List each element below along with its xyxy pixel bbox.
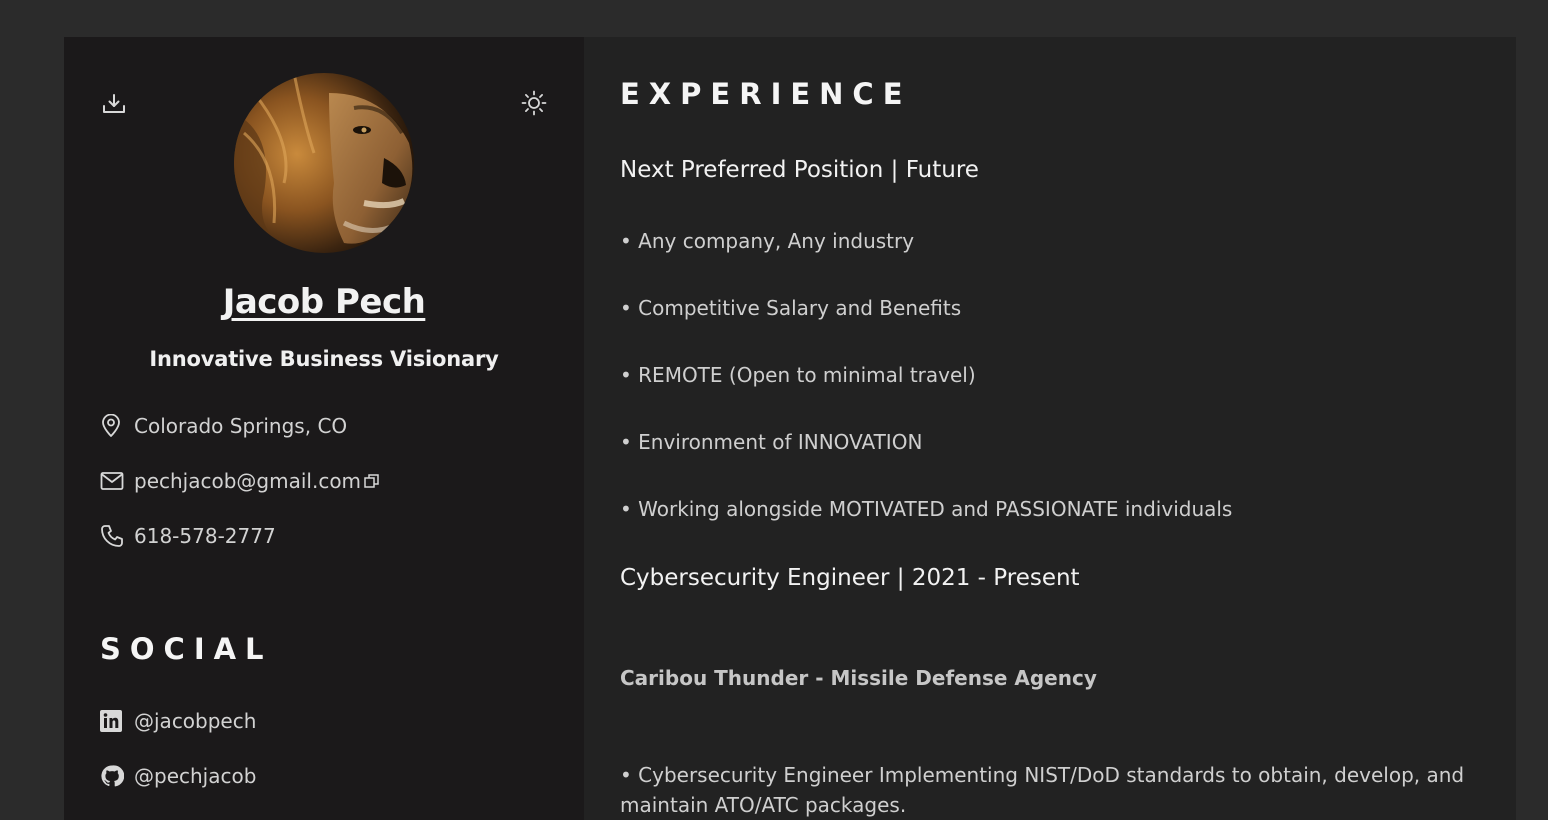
job-bullet: • Any company, Any industry xyxy=(620,229,915,253)
map-pin-icon xyxy=(102,414,120,437)
mail-icon xyxy=(100,472,124,490)
job-bullet: • REMOTE (Open to minimal travel) xyxy=(620,363,976,387)
download-icon xyxy=(103,94,125,113)
external-link-icon xyxy=(364,474,379,488)
phone-text[interactable]: 618-578-2777 xyxy=(134,524,276,548)
job-bullet: • Working alongside MOTIVATED and PASSIO… xyxy=(620,497,1233,521)
location-text: Colorado Springs, CO xyxy=(134,414,348,438)
github-icon xyxy=(101,765,124,787)
social-heading: SOCIAL xyxy=(100,632,273,666)
profile-tagline: Innovative Business Visionary xyxy=(149,347,499,371)
job-title: Cybersecurity Engineer | 2021 - Present xyxy=(620,565,1080,591)
job-organization: Caribou Thunder - Missile Defense Agency xyxy=(620,666,1097,690)
social-linkedin[interactable]: @jacobpech xyxy=(100,709,256,733)
experience-heading: EXPERIENCE xyxy=(620,77,912,111)
experience-panel: EXPERIENCE Next Preferred Position | Fut… xyxy=(584,37,1516,820)
download-button[interactable] xyxy=(100,90,128,118)
contact-phone[interactable]: 618-578-2777 xyxy=(100,524,276,548)
avatar xyxy=(234,73,414,253)
linkedin-icon xyxy=(100,710,122,732)
sun-icon xyxy=(521,90,547,116)
profile-sidebar: Jacob Pech Innovative Business Visionary… xyxy=(64,37,584,820)
contact-location: Colorado Springs, CO xyxy=(100,414,347,438)
social-github[interactable]: @pechjacob xyxy=(100,764,256,788)
github-handle[interactable]: @pechjacob xyxy=(134,764,256,788)
resume-card: Jacob Pech Innovative Business Visionary… xyxy=(64,37,1516,820)
contact-email[interactable]: pechjacob@gmail.com xyxy=(100,469,381,493)
profile-name[interactable]: Jacob Pech xyxy=(64,282,584,322)
theme-toggle-button[interactable] xyxy=(520,89,548,117)
linkedin-handle[interactable]: @jacobpech xyxy=(134,709,256,733)
lion-photo-icon xyxy=(234,73,414,253)
phone-icon xyxy=(101,525,123,547)
job-bullet: • Cybersecurity Engineer Implementing NI… xyxy=(620,763,1465,817)
email-link[interactable]: pechjacob@gmail.com xyxy=(134,469,361,493)
job-bullet: • Competitive Salary and Benefits xyxy=(620,296,962,320)
job-title: Next Preferred Position | Future xyxy=(620,157,979,183)
job-bullet: • Environment of INNOVATION xyxy=(620,430,923,454)
